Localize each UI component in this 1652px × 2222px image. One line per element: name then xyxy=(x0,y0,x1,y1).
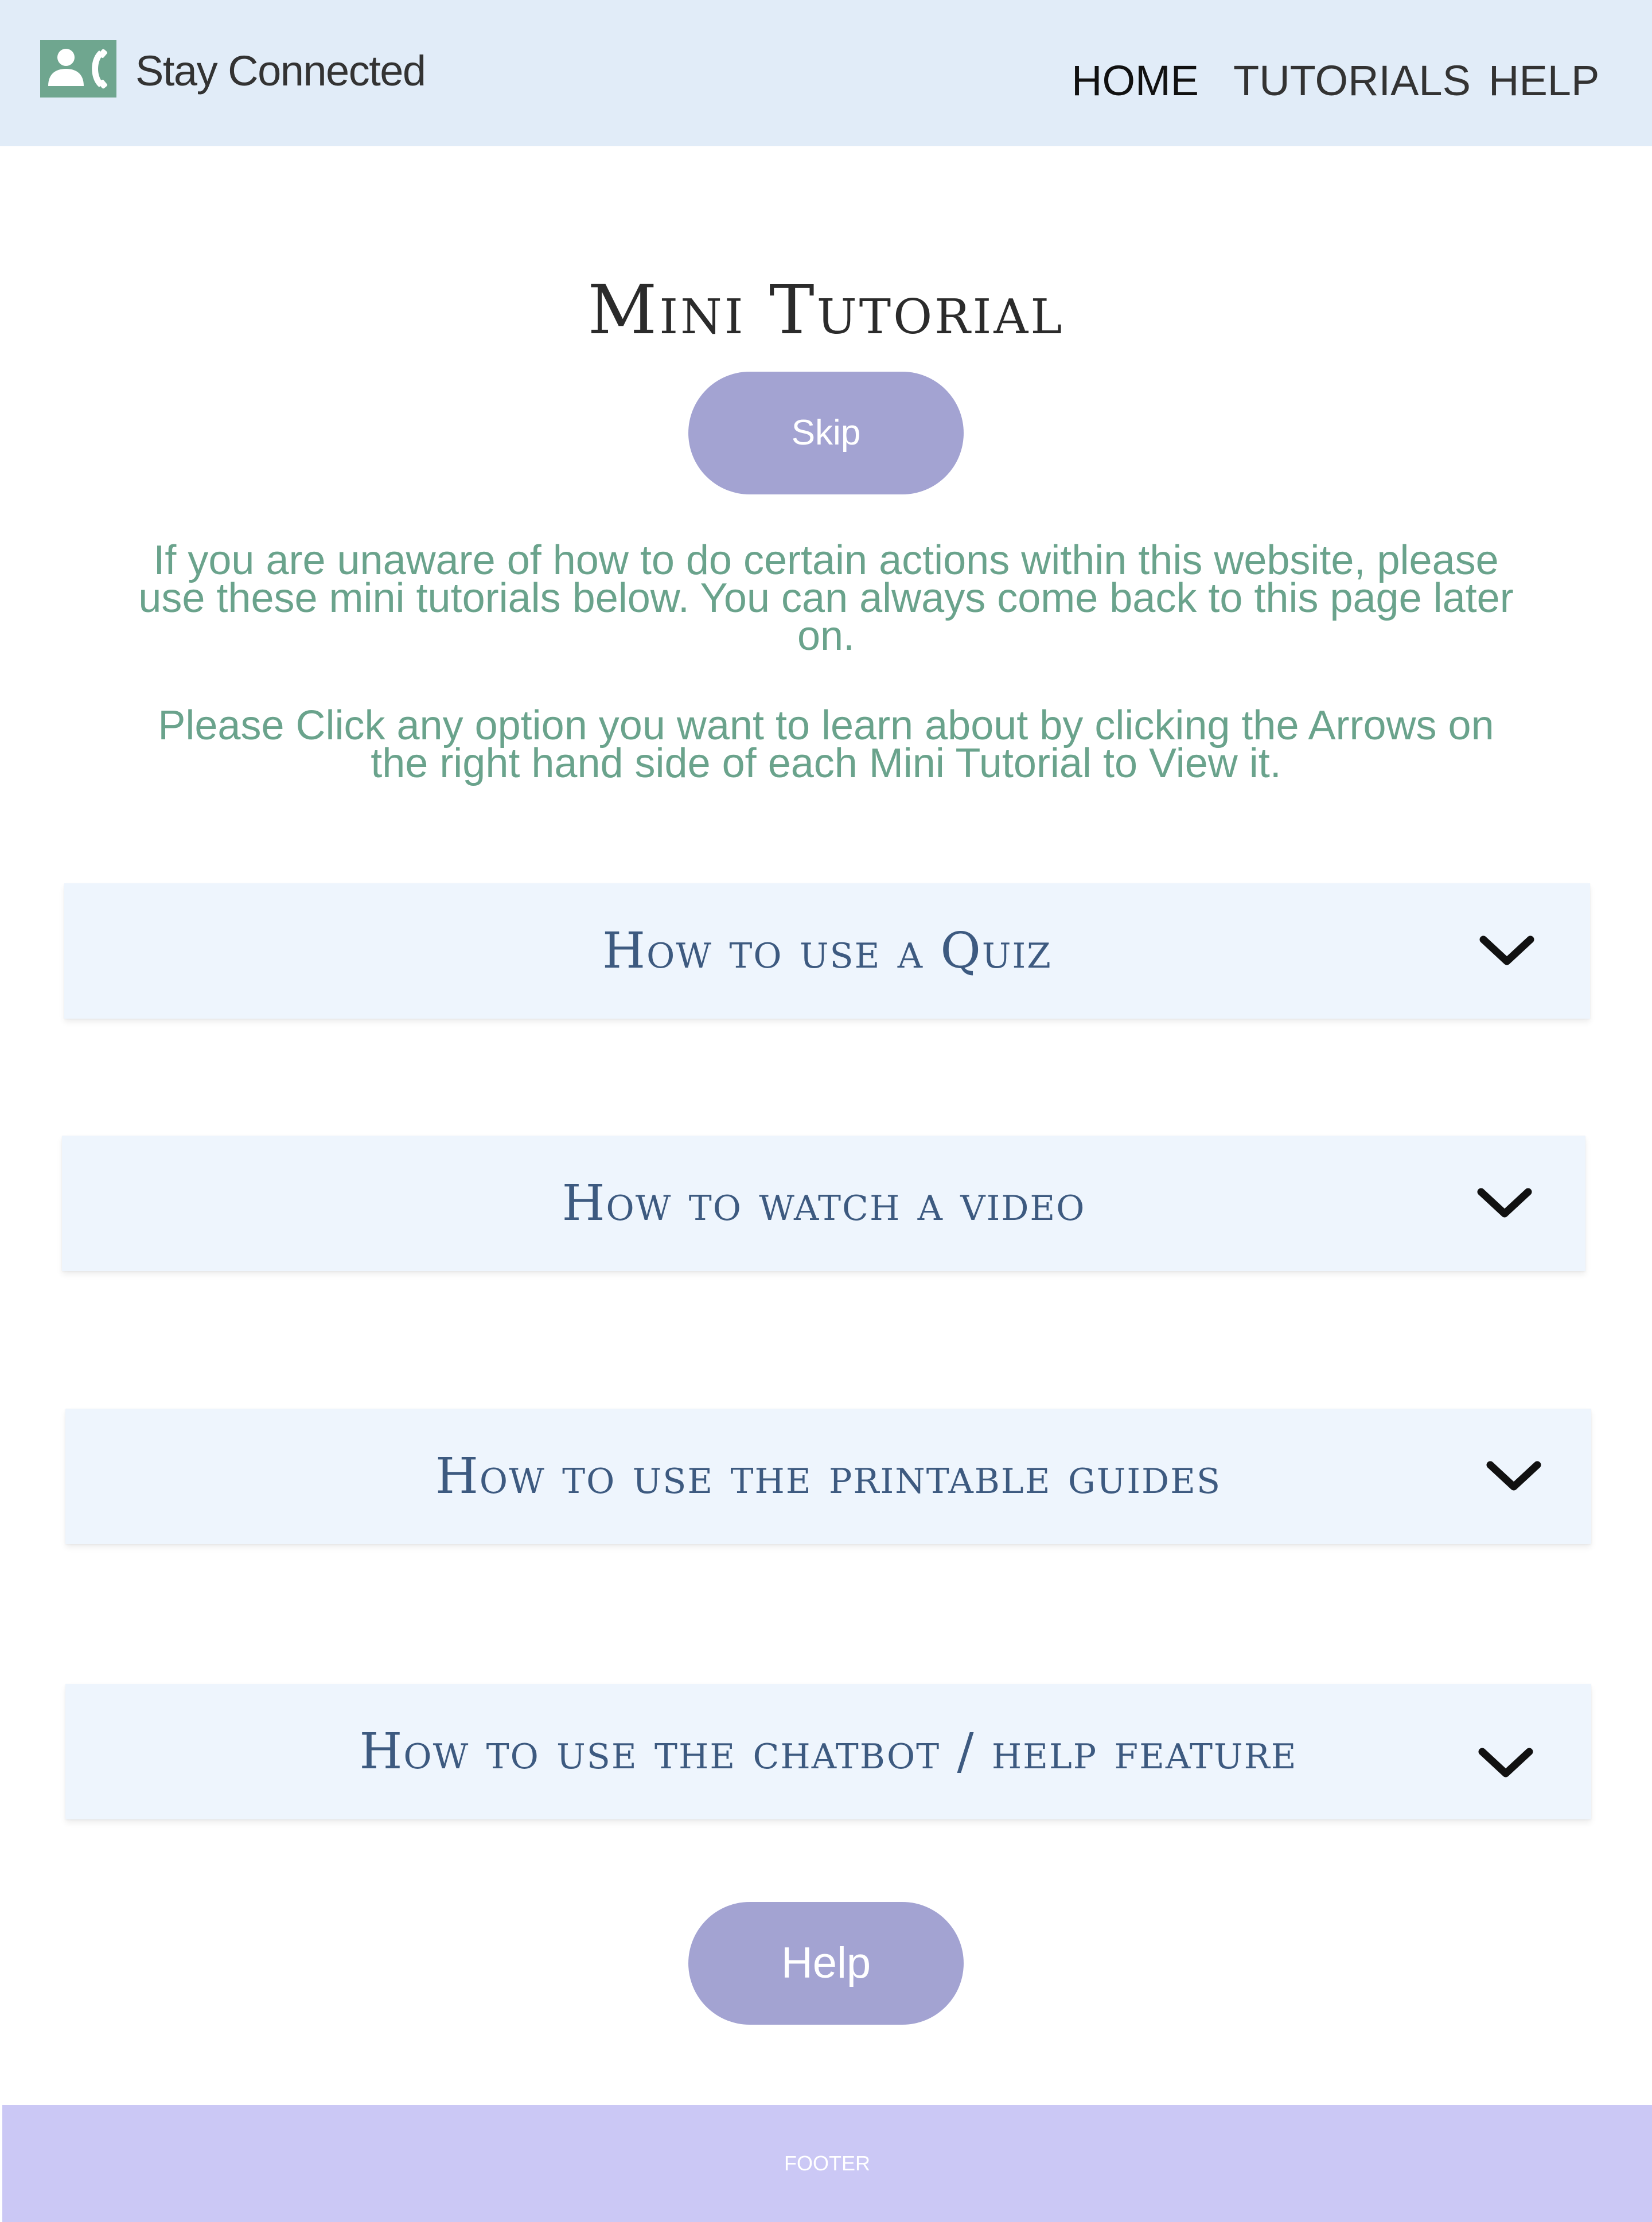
chevron-down-icon[interactable] xyxy=(1475,928,1538,974)
brand-name[interactable]: Stay Connected xyxy=(135,42,426,100)
tutorial-printable-guides-card[interactable]: How to use the printable guides xyxy=(65,1409,1591,1544)
chevron-down-icon[interactable] xyxy=(1473,1180,1536,1226)
tutorial-title: How to use the chatbot / help feature xyxy=(359,1723,1298,1780)
help-button[interactable]: Help xyxy=(688,1902,964,2025)
tutorial-video-card[interactable]: How to watch a video xyxy=(62,1136,1585,1271)
nav-home-link[interactable]: HOME xyxy=(1072,55,1199,107)
footer: FOOTER xyxy=(2,2105,1652,2222)
chevron-down-icon[interactable] xyxy=(1482,1453,1545,1499)
contact-call-icon[interactable] xyxy=(40,40,116,98)
tutorial-quiz-card[interactable]: How to use a Quiz xyxy=(64,883,1590,1019)
skip-button[interactable]: Skip xyxy=(688,372,964,494)
tutorial-title: How to use a Quiz xyxy=(602,922,1052,980)
top-nav-bar: Stay Connected HOME TUTORIALS HELP xyxy=(0,0,1652,146)
nav-help-link[interactable]: HELP xyxy=(1489,55,1599,107)
instructions-paragraph: Please Click any option you want to lear… xyxy=(158,703,1494,786)
page-title: Mini Tutorial xyxy=(587,270,1065,349)
nav-tutorials-link[interactable]: TUTORIALS xyxy=(1233,55,1471,107)
intro-paragraph: If you are unaware of how to do certain … xyxy=(138,537,1514,659)
tutorial-chatbot-card[interactable]: How to use the chatbot / help feature xyxy=(65,1684,1591,1819)
tutorial-title: How to use the printable guides xyxy=(435,1448,1222,1505)
footer-text: FOOTER xyxy=(784,2151,870,2175)
chevron-down-icon[interactable] xyxy=(1474,1740,1537,1786)
tutorial-title: How to watch a video xyxy=(562,1175,1086,1232)
